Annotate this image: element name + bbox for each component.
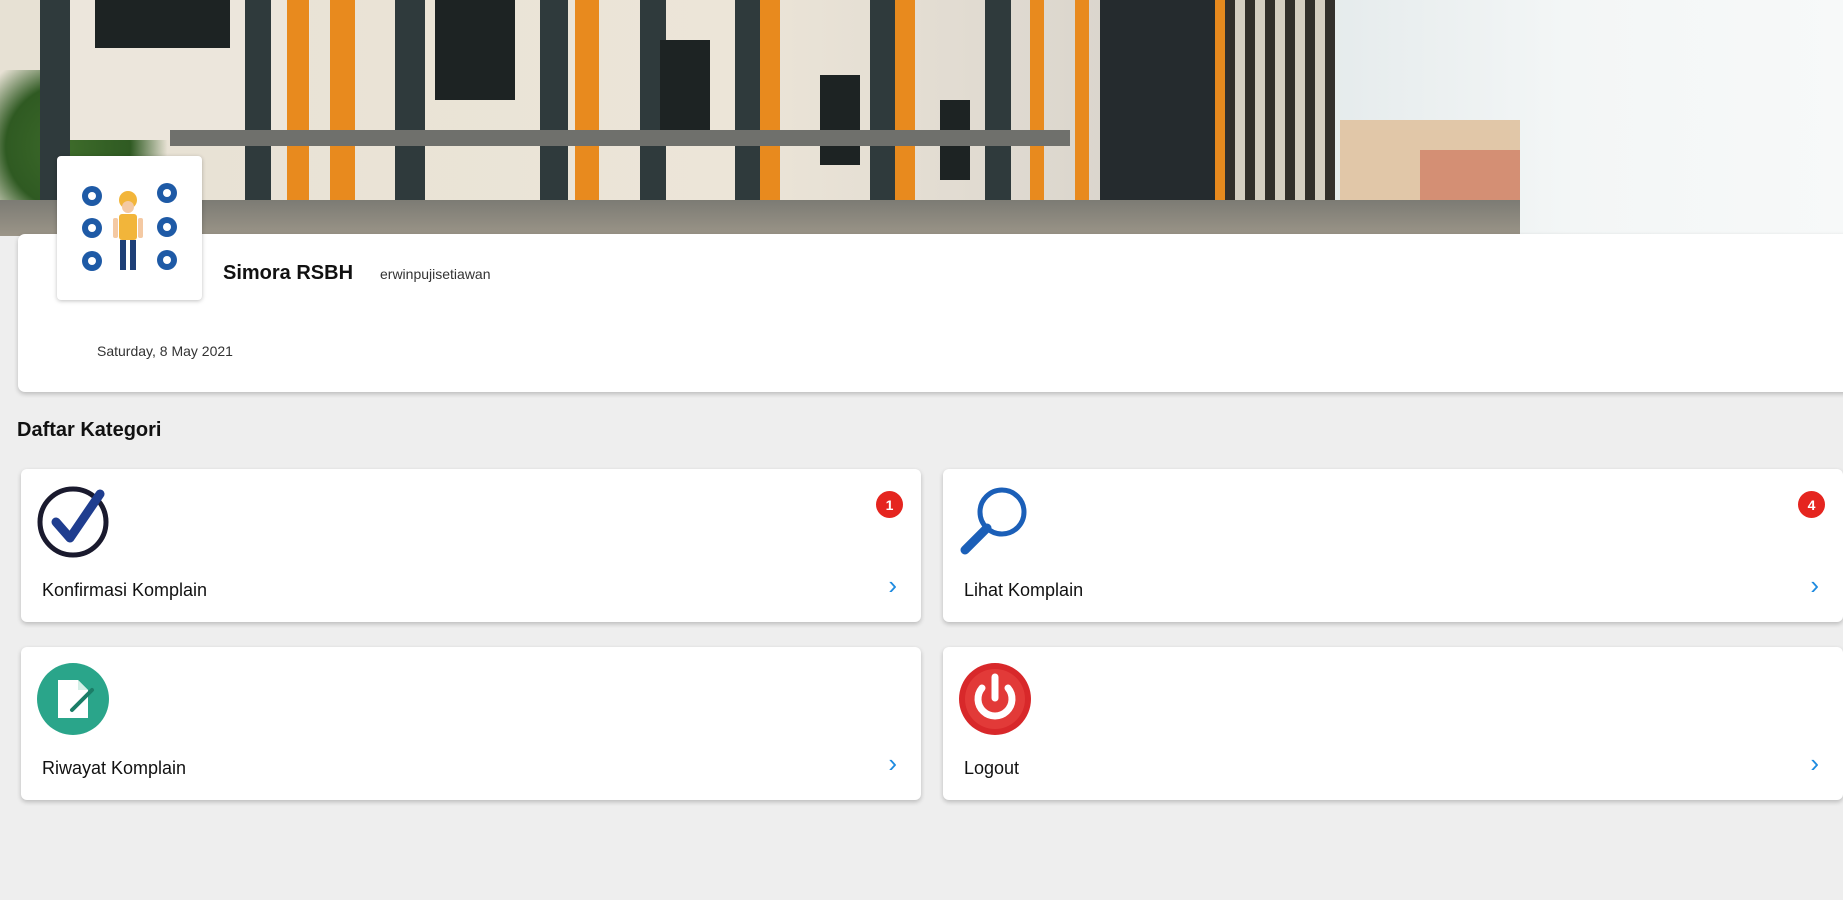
- username: erwinpujisetiawan: [380, 266, 491, 282]
- chevron-right-icon: ›: [1810, 748, 1819, 778]
- category-card-riwayat-komplain[interactable]: Riwayat Komplain ›: [21, 647, 921, 800]
- profile-card: [18, 234, 1843, 392]
- category-card-logout[interactable]: Logout ›: [943, 647, 1843, 800]
- header-banner-image: [0, 0, 1843, 236]
- category-card-lihat-komplain[interactable]: 4 Lihat Komplain ›: [943, 469, 1843, 622]
- chevron-right-icon: ›: [888, 570, 897, 600]
- chevron-right-icon: ›: [1810, 570, 1819, 600]
- checkmark-circle-icon: [36, 484, 110, 558]
- notification-badge: 4: [1798, 491, 1825, 518]
- power-icon: [958, 662, 1032, 736]
- app-name: Simora RSBH: [223, 262, 354, 284]
- category-label: Lihat Komplain: [964, 580, 1084, 600]
- category-label: Logout: [964, 758, 1020, 778]
- notification-badge: 1: [876, 491, 903, 518]
- section-title: Daftar Kategori: [17, 419, 162, 441]
- category-label: Konfirmasi Komplain: [42, 580, 208, 600]
- current-date: Saturday, 8 May 2021: [97, 343, 233, 359]
- document-edit-icon: [36, 662, 110, 736]
- category-card-konfirmasi-komplain[interactable]: 1 Konfirmasi Komplain ›: [21, 469, 921, 622]
- category-label: Riwayat Komplain: [42, 758, 187, 778]
- app-logo: [57, 156, 202, 300]
- chevron-right-icon: ›: [888, 748, 897, 778]
- magnifier-icon: [958, 484, 1032, 558]
